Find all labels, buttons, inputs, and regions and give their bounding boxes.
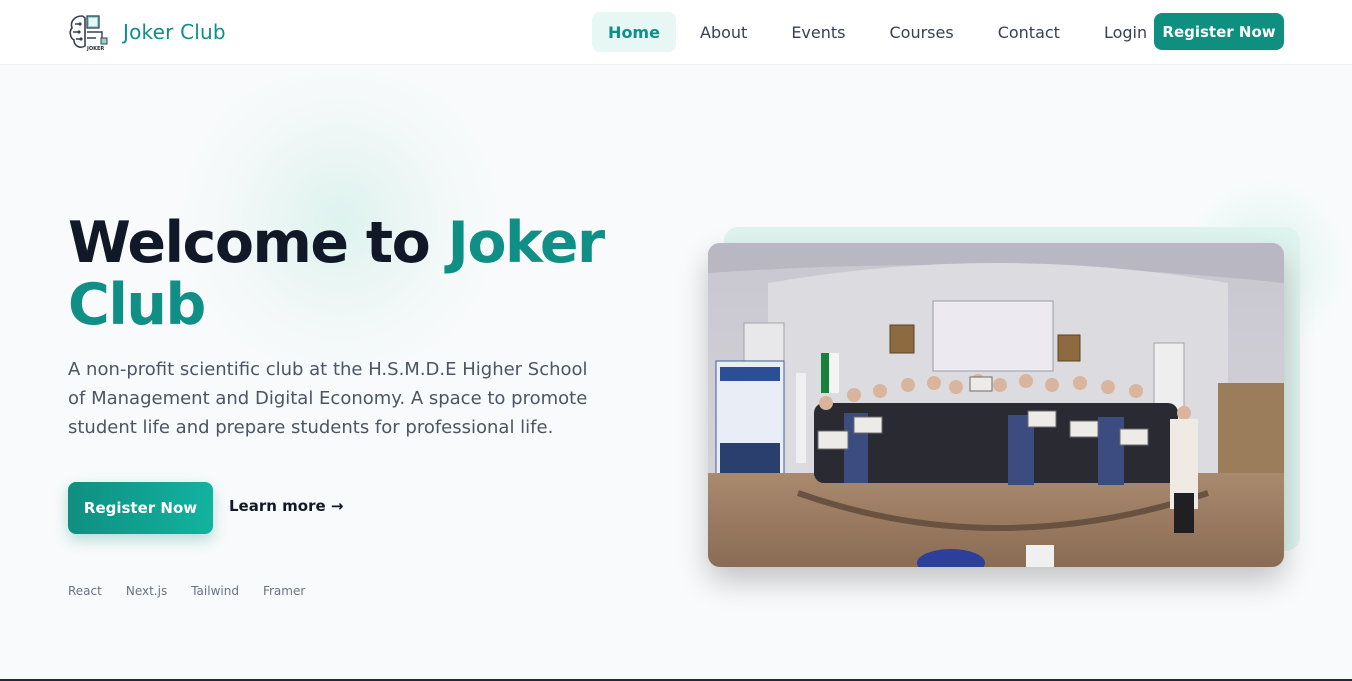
site-header: JOKER Joker Club Home About Events Cours… bbox=[0, 0, 1352, 65]
tech-item: Next.js bbox=[125, 584, 168, 598]
brand-logo-text: JOKER bbox=[86, 46, 104, 52]
hero-title-accent-2: Club bbox=[68, 272, 206, 338]
hero-register-button[interactable]: Register Now bbox=[68, 482, 213, 534]
tech-stack-list: React Next.js Tailwind Framer bbox=[68, 584, 329, 598]
brand[interactable]: JOKER Joker Club bbox=[68, 12, 226, 52]
tech-item: Tailwind bbox=[191, 584, 239, 598]
main-nav: Home About Events Courses Contact Login bbox=[592, 12, 1169, 52]
learn-more-link[interactable]: Learn more → bbox=[229, 497, 343, 515]
nav-home[interactable]: Home bbox=[592, 12, 676, 52]
tech-item: Framer bbox=[262, 584, 306, 598]
nav-events[interactable]: Events bbox=[769, 12, 867, 52]
hero-title: Welcome to Joker Club bbox=[68, 212, 628, 336]
hero-title-accent: Joker bbox=[447, 210, 606, 276]
hero-title-part1: Welcome to bbox=[68, 210, 448, 276]
group-photo bbox=[708, 243, 1284, 567]
nav-about[interactable]: About bbox=[678, 12, 769, 52]
header-register-button[interactable]: Register Now bbox=[1154, 13, 1284, 50]
brain-circuit-icon: JOKER bbox=[69, 15, 108, 52]
group-photo-image bbox=[708, 243, 1284, 567]
tech-item: React bbox=[68, 584, 102, 598]
nav-courses[interactable]: Courses bbox=[867, 12, 975, 52]
hero-description: A non-profit scientific club at the H.S.… bbox=[68, 359, 588, 438]
brand-name: Joker Club bbox=[123, 20, 226, 44]
nav-contact[interactable]: Contact bbox=[976, 12, 1082, 52]
